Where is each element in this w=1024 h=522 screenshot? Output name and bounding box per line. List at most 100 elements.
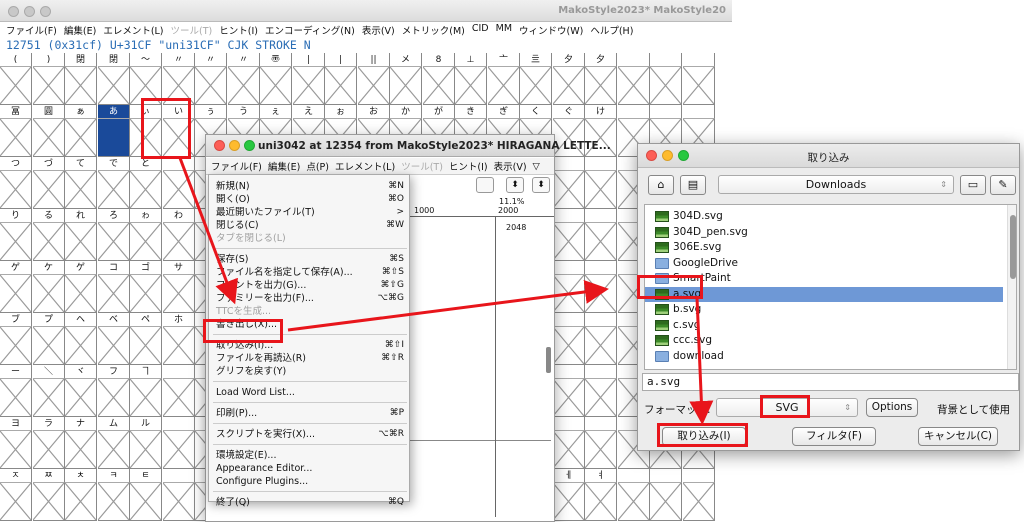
scrollbar-thumb[interactable] — [1010, 215, 1016, 279]
glyph-label[interactable]: 〃 — [163, 53, 195, 67]
file-list-item[interactable]: c.svg — [645, 318, 1003, 333]
minimize-window-button[interactable] — [24, 6, 35, 17]
file-menu-item[interactable]: 環境設定(E)... — [216, 449, 404, 462]
glyph-label[interactable]: ペ — [130, 313, 162, 327]
glyph-cell[interactable] — [65, 327, 97, 365]
glyph-label[interactable]: ゴ — [130, 261, 162, 275]
glyph-cell[interactable] — [130, 483, 162, 521]
file-list-item[interactable]: SmartPaint — [645, 271, 1003, 286]
glyph-cell[interactable] — [98, 483, 130, 521]
glyph-cell[interactable] — [0, 483, 32, 521]
menu-item[interactable]: 編集(E) — [64, 23, 96, 38]
glyph-cell[interactable] — [585, 223, 617, 261]
glyph-label[interactable]: ー — [0, 365, 32, 379]
glyph-cell[interactable] — [455, 67, 487, 105]
glyph-cell[interactable] — [553, 431, 585, 469]
glyph-cell[interactable] — [163, 223, 195, 261]
import-button[interactable]: 取り込み(I) — [662, 427, 746, 446]
glyph-label[interactable]: り — [0, 209, 32, 223]
menu-item[interactable]: ファイル(F) — [211, 159, 262, 173]
glyph-label[interactable] — [683, 53, 715, 67]
glyph-label[interactable]: い — [163, 105, 195, 119]
zoom-window-button[interactable] — [244, 140, 255, 151]
glyph-label[interactable]: プ — [33, 313, 65, 327]
glyph-cell[interactable] — [33, 275, 65, 313]
glyph-cell[interactable] — [163, 275, 195, 313]
glyph-label[interactable]: ヘ — [65, 313, 97, 327]
glyph-label[interactable] — [618, 105, 650, 119]
glyph-label[interactable]: ル — [130, 417, 162, 431]
glyph-cell[interactable] — [163, 67, 195, 105]
file-menu-item[interactable]: 書き出し(X)... — [216, 318, 404, 331]
menu-item[interactable]: ツール(T) — [171, 23, 213, 38]
glyph-cell[interactable] — [163, 379, 195, 417]
file-list-scrollbar[interactable] — [1007, 205, 1016, 369]
glyph-label[interactable]: ブ — [0, 313, 32, 327]
glyph-label[interactable]: || — [358, 53, 390, 67]
stepper-icon[interactable]: ⬍ — [532, 177, 550, 193]
glyph-label[interactable]: か — [390, 105, 422, 119]
glyph-canvas[interactable]: 2048 — [406, 217, 551, 517]
new-folder-icon[interactable]: ▭ — [960, 175, 986, 195]
glyph-cell[interactable] — [585, 171, 617, 209]
glyph-cell[interactable] — [98, 327, 130, 365]
glyph-label[interactable]: ぇ — [260, 105, 292, 119]
glyph-cell[interactable] — [520, 67, 552, 105]
glyph-label[interactable]: つ — [0, 157, 32, 171]
file-list-item[interactable]: download — [645, 349, 1003, 364]
glyph-label[interactable] — [585, 313, 617, 327]
file-menu-item[interactable]: Appearance Editor... — [216, 462, 404, 475]
menu-item[interactable]: ヒント(I) — [449, 159, 488, 173]
glyph-cell[interactable] — [0, 223, 32, 261]
glyph-cell[interactable] — [585, 379, 617, 417]
settings-icon[interactable]: ✎ — [990, 175, 1016, 195]
glyph-label[interactable]: ゎ — [130, 209, 162, 223]
glyph-label[interactable]: ヨ — [0, 417, 32, 431]
glyph-cell[interactable] — [650, 483, 682, 521]
glyph-label[interactable]: ヿ — [130, 365, 162, 379]
glyph-label[interactable]: て — [65, 157, 97, 171]
glyph-cell[interactable] — [553, 171, 585, 209]
menu-item[interactable]: 編集(E) — [268, 159, 300, 173]
glyph-cell[interactable] — [683, 67, 715, 105]
glyph-cell[interactable] — [130, 223, 162, 261]
glyph-cell[interactable] — [163, 327, 195, 365]
menu-item[interactable]: ファイル(F) — [6, 23, 57, 38]
glyph-cell[interactable] — [98, 171, 130, 209]
glyph-label[interactable]: 〜 — [130, 53, 162, 67]
file-menu-item[interactable]: ファイルを再読込(R) ⌘⇧R — [216, 352, 404, 365]
glyph-cell[interactable] — [358, 67, 390, 105]
glyph-cell[interactable] — [0, 327, 32, 365]
menu-item[interactable]: エレメント(L) — [103, 23, 163, 38]
glyph-cell[interactable] — [553, 327, 585, 365]
home-icon[interactable]: ⌂ — [648, 175, 674, 195]
glyph-cell[interactable] — [130, 379, 162, 417]
file-menu-item[interactable]: フォントを出力(G)... ⌘⇧G — [216, 279, 404, 292]
glyph-cell[interactable] — [98, 223, 130, 261]
file-menu-item[interactable]: ファイル名を指定して保存(A)... ⌘⇧S — [216, 266, 404, 279]
glyph-label[interactable]: フ — [98, 365, 130, 379]
glyph-cell[interactable] — [33, 171, 65, 209]
glyph-label[interactable]: ⊥ — [455, 53, 487, 67]
glyph-label[interactable]: ぅ — [195, 105, 227, 119]
glyph-label[interactable] — [553, 313, 585, 327]
glyph-cell[interactable] — [585, 327, 617, 365]
glyph-cell[interactable] — [65, 431, 97, 469]
glyph-cell[interactable] — [585, 275, 617, 313]
glyph-label[interactable]: ㅊ — [65, 469, 97, 483]
glyph-cell[interactable] — [98, 275, 130, 313]
glyph-cell[interactable] — [33, 327, 65, 365]
glyph-label[interactable]: サ — [163, 261, 195, 275]
glyph-cell[interactable] — [98, 67, 130, 105]
glyph-cell[interactable] — [130, 327, 162, 365]
glyph-cell[interactable] — [33, 483, 65, 521]
glyph-cell[interactable] — [33, 431, 65, 469]
glyph-cell[interactable] — [163, 119, 195, 157]
glyph-label[interactable]: ゲ — [65, 261, 97, 275]
glyph-label[interactable]: ㅕ — [585, 469, 617, 483]
tool-button[interactable] — [476, 177, 494, 193]
glyph-label[interactable] — [163, 365, 195, 379]
glyph-label[interactable]: 圓 — [33, 105, 65, 119]
file-menu-item[interactable]: グリフを戻す(Y) — [216, 365, 404, 378]
glyph-label[interactable] — [618, 469, 650, 483]
